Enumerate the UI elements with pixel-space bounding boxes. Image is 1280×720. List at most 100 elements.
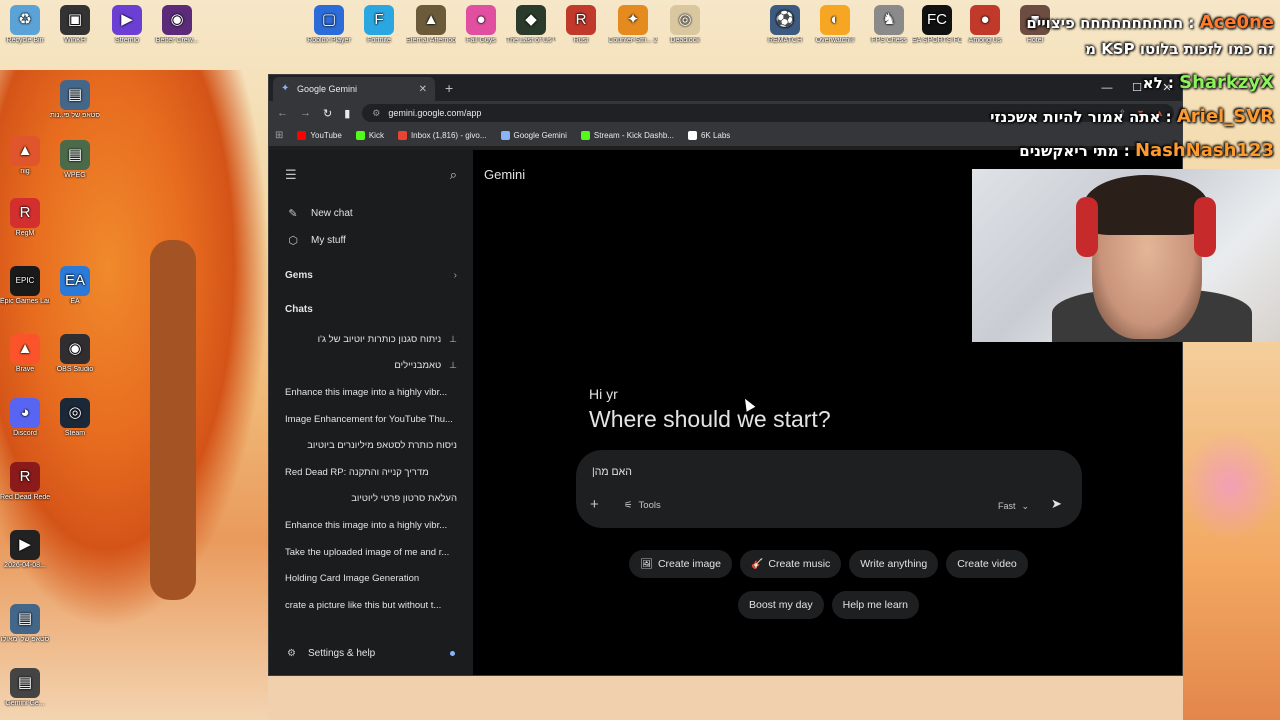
desktop-icon[interactable]: R Red Dead Redempti... xyxy=(0,462,50,502)
desktop-icon[interactable]: ▲ nig xyxy=(0,136,50,176)
tools-button[interactable]: ⚟ Tools xyxy=(624,500,661,511)
wallpaper-bottom xyxy=(268,676,1183,720)
chat-username: Ariel_SVR xyxy=(1176,106,1274,127)
chat-history-item[interactable]: טאמבניילים ⊥ xyxy=(269,353,473,380)
chat-history-item[interactable]: crate a picture like this but without t.… xyxy=(269,592,473,619)
desktop-icon[interactable]: ● Among Us xyxy=(960,5,1010,45)
desktop-icon[interactable]: ▣ WinKH xyxy=(50,5,100,45)
chat-history-item[interactable]: Red Dead RP: מדריך קנייה והתקנה xyxy=(269,459,473,486)
chat-history-item[interactable]: ניתוח סגנון כותרות יוטיוב של ג'ו ⊥ xyxy=(269,326,473,353)
site-info-icon[interactable]: ⚙ xyxy=(372,108,380,119)
chip-label: Write anything xyxy=(860,558,928,570)
bookmark-label: YouTube xyxy=(310,131,342,140)
stream-chat-message: זה כמו לזכות בלוטו KSP מ xyxy=(1085,40,1274,58)
tab-google-gemini[interactable]: ✦ Google Gemini ✕ xyxy=(273,77,435,101)
suggestion-chip[interactable]: Boost my day xyxy=(738,591,824,619)
gems-section[interactable]: Gems › xyxy=(269,258,473,292)
suggestion-chip[interactable]: Help me learn xyxy=(831,591,919,619)
desktop-icon-label: סטאפ של פי..נות xyxy=(50,112,100,119)
desktop-icon[interactable]: R Rust xyxy=(556,5,606,45)
desktop-icon[interactable]: ◉ OBS Studio xyxy=(50,334,100,374)
suggestion-chip[interactable]: 🖼 Create image xyxy=(629,550,732,578)
gemini-brand[interactable]: Gemini xyxy=(484,167,525,182)
desktop-icon[interactable]: ◆ The Last of Us™ Part I... xyxy=(506,5,556,45)
bookmark-item[interactable]: Kick xyxy=(355,131,384,140)
bookmark-item[interactable]: Google Gemini xyxy=(500,131,567,140)
chat-history-item[interactable]: ניסוח כותרת לסטאפ מיליונרים ביוטיוב xyxy=(269,432,473,459)
chat-history-item[interactable]: Holding Card Image Generation xyxy=(269,565,473,592)
desktop-icon[interactable]: ◐ Overwatch® xyxy=(810,5,860,45)
chat-text: מתי ריאקשנים xyxy=(1019,142,1119,160)
menu-icon[interactable]: ☰ xyxy=(285,167,297,183)
back-button[interactable]: ← xyxy=(277,107,288,119)
desktop-icon[interactable]: ▶ Stremio xyxy=(102,5,152,45)
desktop-icon[interactable]: ▲ Brave xyxy=(0,334,50,374)
settings-icon: ⚙ xyxy=(287,648,296,659)
desktop-icon[interactable]: ▶ 2026-04-08... xyxy=(0,530,50,570)
suggestion-chip[interactable]: Write anything xyxy=(849,550,939,578)
chat-text: אתה אמור להיות אשכנזי xyxy=(990,108,1161,126)
desktop-icon[interactable]: ▤ סטאפ של פי..נות xyxy=(50,80,100,120)
suggestion-chip[interactable]: 🎸 Create music xyxy=(739,550,842,578)
minimize-button[interactable]: — xyxy=(1092,75,1122,101)
suggestion-chips-row-1: 🖼 Create image 🎸 Create music Write anything… xyxy=(473,550,1182,578)
desktop-icon[interactable]: ✦ Counter-Stri... 2 xyxy=(608,5,658,45)
send-button[interactable]: ➤ xyxy=(1051,496,1062,512)
desktop-icon-label: Gemini Ge... xyxy=(5,700,45,707)
desktop-icon[interactable]: ◕ Discord xyxy=(0,398,50,438)
settings-help-button[interactable]: ⚙ Settings & help xyxy=(269,648,473,659)
chat-separator: : xyxy=(1183,14,1200,32)
suggestion-chip[interactable]: Create video xyxy=(946,550,1028,578)
prompt-input[interactable] xyxy=(592,466,1052,478)
my-stuff-button[interactable]: ⬡ My stuff xyxy=(269,227,473,254)
desktop-icon-label: Steam xyxy=(64,430,86,437)
new-tab-button[interactable]: + xyxy=(445,80,453,96)
desktop-icon[interactable]: ♻ Recycle Bin xyxy=(0,5,50,45)
model-selector[interactable]: Fast ⌄ xyxy=(998,501,1029,512)
model-label: Fast xyxy=(998,501,1016,511)
sidebar-top: ☰ ⌕ xyxy=(269,150,473,200)
bookmark-item[interactable]: YouTube xyxy=(297,131,342,140)
desktop-icon[interactable]: EA EA xyxy=(50,266,100,306)
search-icon[interactable]: ⌕ xyxy=(450,167,457,183)
apps-icon[interactable]: ⊞ xyxy=(275,130,283,141)
chip-icon: 🎸 xyxy=(750,558,764,570)
desktop-icon[interactable]: ⚽ REMATCH xyxy=(760,5,810,45)
desktop-icon[interactable]: ◎ Steam xyxy=(50,398,100,438)
desktop-icon-label: Overwatch® xyxy=(815,37,855,44)
suggestion-chips-row-2: Boost my day Help me learn xyxy=(473,591,1182,619)
chevron-right-icon: › xyxy=(453,269,457,281)
new-chat-button[interactable]: ✎ New chat xyxy=(269,200,473,227)
reload-button[interactable]: ↻ xyxy=(323,107,332,120)
bookmark-icon[interactable]: ▮ xyxy=(344,107,350,120)
chat-history-item[interactable]: העלאת סרטון פרטי ליוטיוב xyxy=(269,486,473,513)
chat-separator: : xyxy=(1118,142,1135,160)
desktop-icon[interactable]: ◎ Deadlock xyxy=(660,5,710,45)
desktop-icon[interactable]: ● Fall Guys xyxy=(456,5,506,45)
desktop-icon[interactable]: ▲ Eternal Afternoon xyxy=(406,5,456,45)
desktop-icon-label: 2026-04-08... xyxy=(4,562,46,569)
desktop-icon[interactable]: F Fortnite xyxy=(354,5,404,45)
chat-text: חחחחחחחחחח פיצויים xyxy=(1026,14,1184,32)
desktop-icon[interactable]: ♞ FPS Chess xyxy=(864,5,914,45)
chat-history-item[interactable]: Take the uploaded image of me and r... xyxy=(269,539,473,566)
bookmark-item[interactable]: 6K Labs xyxy=(687,131,730,140)
desktop-icon[interactable]: EPIC Epic Games Launcher xyxy=(0,266,50,306)
desktop-icon[interactable]: ▢ Roblox Player xyxy=(304,5,354,45)
chat-history-item[interactable]: Enhance this image into a highly vibr... xyxy=(269,512,473,539)
chat-history-item[interactable]: Enhance this image into a highly vibr... xyxy=(269,379,473,406)
add-attachment-button[interactable]: + xyxy=(590,496,599,513)
forward-button[interactable]: → xyxy=(300,107,311,119)
wallpaper-trunk xyxy=(150,240,196,600)
desktop-icon[interactable]: ◉ Better Crew... xyxy=(152,5,202,45)
tab-close-icon[interactable]: ✕ xyxy=(419,84,427,95)
desktop-icon[interactable]: ▤ Gemini Ge... xyxy=(0,668,50,708)
desktop-icon[interactable]: FC EA SPORTS FC 26 xyxy=(912,5,962,45)
desktop-icon[interactable]: R RegM xyxy=(0,198,50,238)
bookmark-item[interactable]: Inbox (1,816) - givo... xyxy=(397,131,487,140)
wallpaper-pink-tree xyxy=(1180,430,1280,540)
desktop-icon[interactable]: ▤ סטאפ של 'מאולו xyxy=(0,604,50,644)
desktop-icon[interactable]: ▤ WPEG xyxy=(50,140,100,180)
chat-history-item[interactable]: Image Enhancement for YouTube Thu... xyxy=(269,406,473,433)
bookmark-item[interactable]: Stream - Kick Dashb... xyxy=(580,131,674,140)
